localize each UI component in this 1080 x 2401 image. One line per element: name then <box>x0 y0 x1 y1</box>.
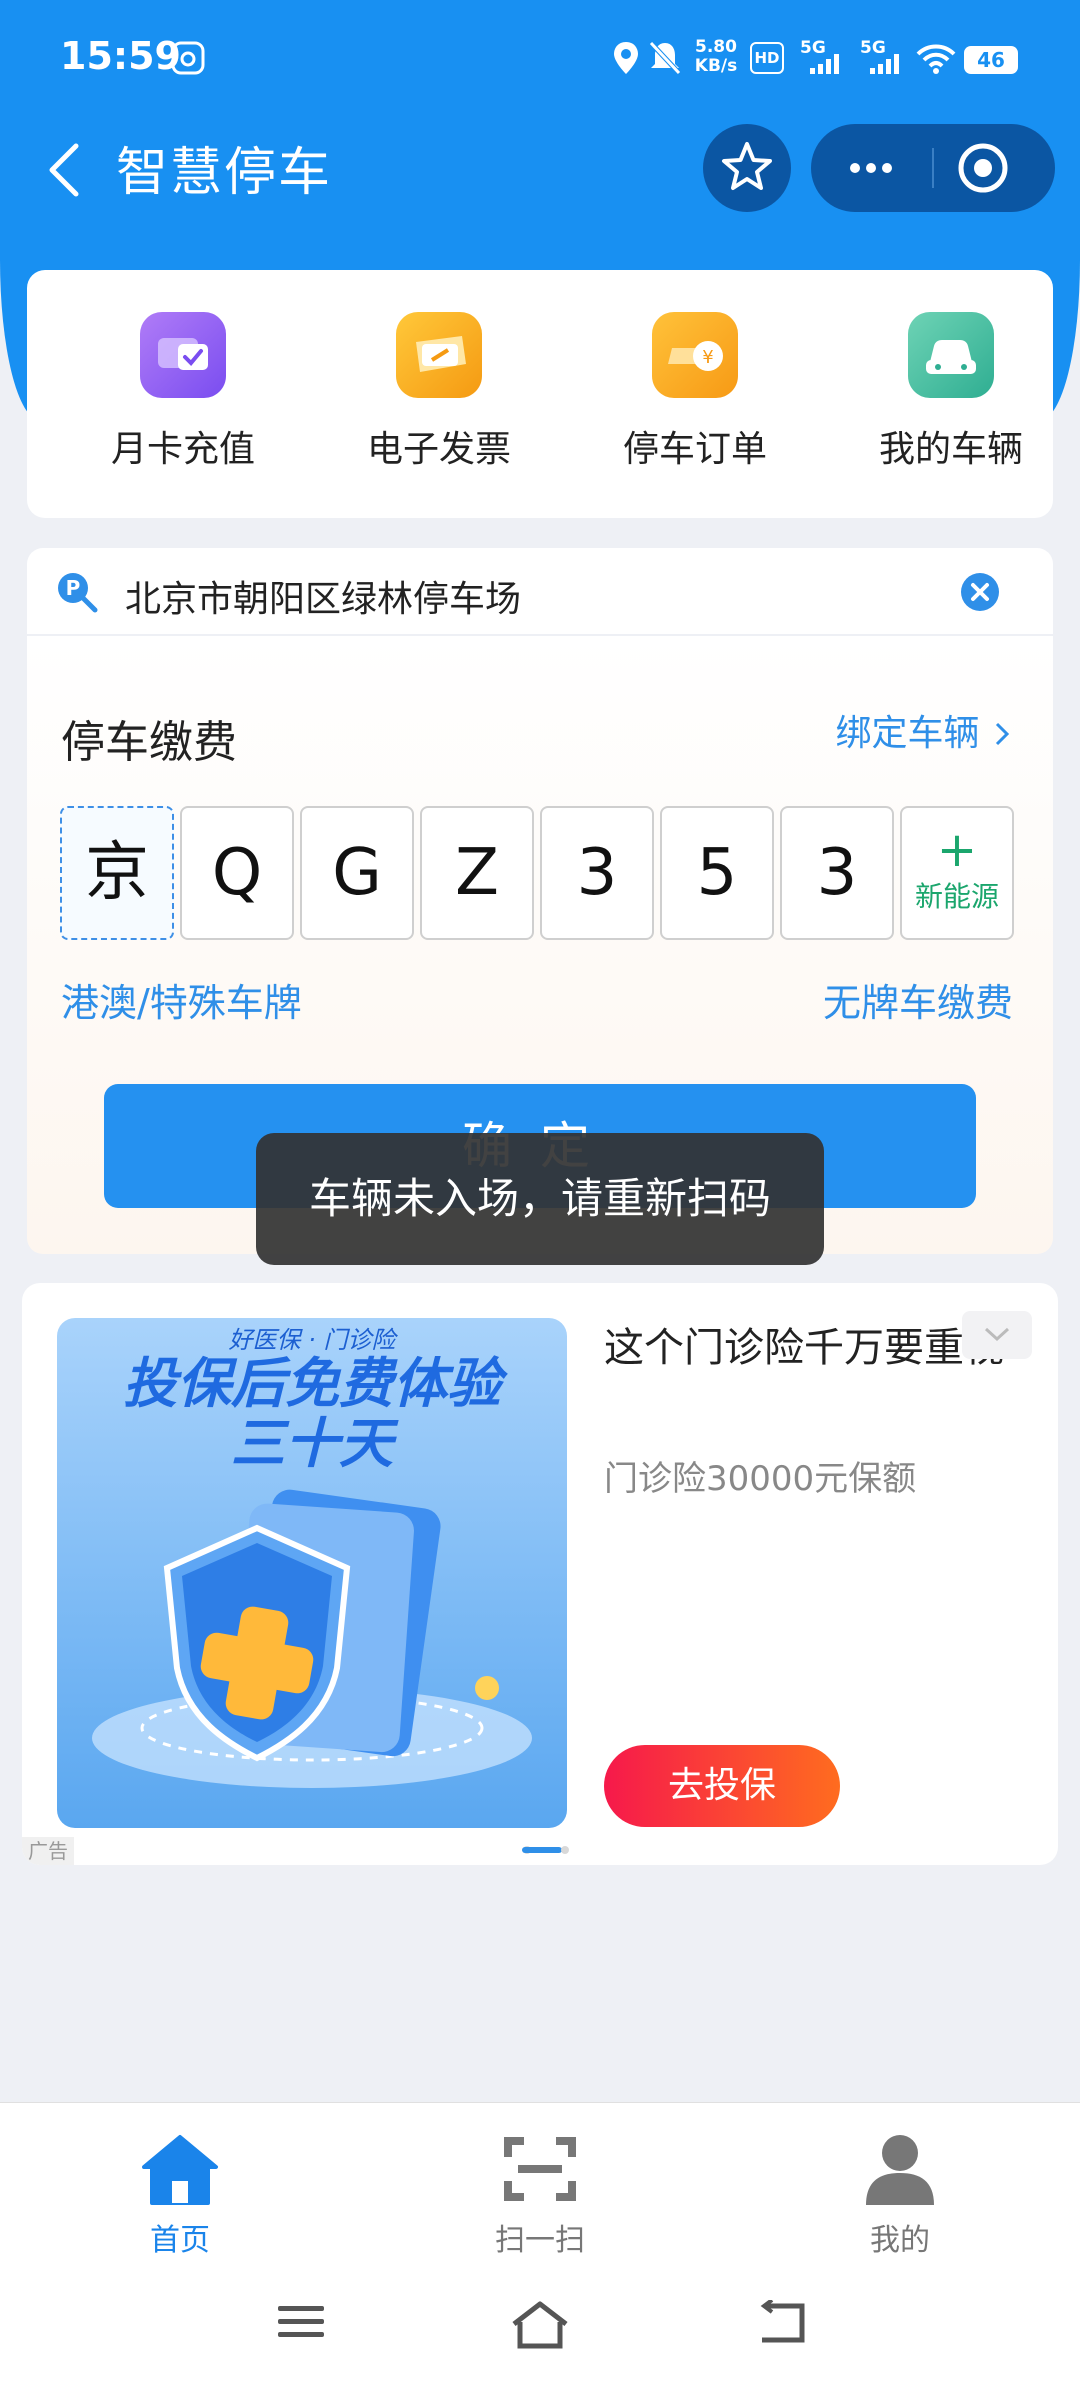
new-energy-label: 新能源 <box>914 880 999 913</box>
ad-cta-button[interactable]: 去投保 <box>604 1745 840 1827</box>
ad-image[interactable]: 好医保 · 门诊险 投保后免费体验 三十天 <box>57 1318 567 1828</box>
ad-subtitle: 门诊险30000元保额 <box>604 1459 917 1499</box>
ad-label: 广告 <box>22 1837 74 1865</box>
svg-text:¥: ¥ <box>702 347 713 368</box>
quick-action-monthly-card[interactable]: 月卡充值 <box>83 312 283 472</box>
insurance-shield-illustration: 好医保 · 门诊险 投保后免费体验 三十天 <box>92 1326 532 1788</box>
quick-actions-card: 月卡充值 电子发票 ¥ 停车订单 我的车辆 <box>27 270 1053 518</box>
tab-label: 扫一扫 <box>495 2223 585 2258</box>
location-icon <box>614 42 638 74</box>
new-energy-plate-button[interactable]: + 新能源 <box>900 806 1014 940</box>
home-nav-icon[interactable] <box>510 2300 570 2350</box>
plate-char-input[interactable]: 3 <box>780 806 894 940</box>
plus-icon: + <box>936 822 978 878</box>
no-plate-payment-link[interactable]: 无牌车缴费 <box>823 972 1013 1027</box>
parking-search-icon: P <box>58 573 98 613</box>
ad-dismiss-button[interactable] <box>962 1311 1032 1359</box>
miniapp-capsule <box>811 124 1055 212</box>
battery-indicator: 46 <box>964 46 1018 74</box>
search-value[interactable]: 北京市朝阳区绿林停车场 <box>125 570 521 622</box>
hd-badge: HD <box>750 42 784 74</box>
page-title: 智慧停车 <box>116 143 333 203</box>
favorite-button[interactable] <box>703 124 791 212</box>
svg-text:P: P <box>66 576 81 600</box>
tab-profile[interactable]: 我的 <box>800 2133 1000 2259</box>
quick-action-label: 月卡充值 <box>110 429 255 470</box>
home-icon <box>142 2135 218 2205</box>
plate-char-input[interactable]: 3 <box>540 806 654 940</box>
mute-icon <box>649 41 681 75</box>
signal-bars-icon <box>870 54 899 74</box>
star-icon <box>722 142 772 190</box>
tab-home[interactable]: 首页 <box>80 2133 280 2259</box>
parking-lot-search[interactable]: P 北京市朝阳区绿林停车场 <box>27 548 1053 634</box>
car-icon <box>908 312 994 398</box>
invoice-icon <box>396 312 482 398</box>
plate-province-input[interactable]: 京 <box>60 806 174 940</box>
order-car-icon: ¥ <box>652 312 738 398</box>
camera-notification-icon <box>171 41 205 75</box>
plate-char-input[interactable]: 5 <box>660 806 774 940</box>
bind-vehicle-link[interactable]: 绑定车辆 <box>836 704 1013 756</box>
ad-card[interactable]: 好医保 · 门诊险 投保后免费体验 三十天 这个门诊险千万要重视 门诊险3000… <box>22 1283 1058 1865</box>
network-speed-value: 5.80 <box>695 37 737 57</box>
ad-title[interactable]: 这个门诊险千万要重视 <box>604 1319 1004 1377</box>
more-menu-icon[interactable] <box>831 144 911 192</box>
plate-char-input[interactable]: Z <box>420 806 534 940</box>
wifi-icon <box>916 44 956 74</box>
quick-action-parking-order[interactable]: ¥ 停车订单 <box>595 312 795 472</box>
chevron-down-icon <box>984 1327 1010 1342</box>
clear-search-icon[interactable] <box>960 572 1000 612</box>
chevron-right-icon <box>995 722 1010 746</box>
back-arrow-icon[interactable] <box>36 140 96 200</box>
status-time: 15:59 <box>60 34 181 78</box>
signal-bars-icon <box>810 54 839 74</box>
carousel-dots <box>522 1846 569 1854</box>
bind-vehicle-label: 绑定车辆 <box>835 713 980 754</box>
payment-title: 停车缴费 <box>61 717 237 768</box>
network-speed-unit: KB/s <box>694 56 738 76</box>
plate-char-input[interactable]: G <box>300 806 414 940</box>
network-speed: 5.80 KB/s <box>690 38 742 76</box>
close-miniapp-icon[interactable] <box>953 138 1013 198</box>
card-check-icon <box>140 312 226 398</box>
menu-nav-icon[interactable] <box>276 2300 326 2344</box>
capsule-divider <box>932 148 934 188</box>
quick-action-invoice[interactable]: 电子发票 <box>339 312 539 472</box>
tab-scan[interactable]: 扫一扫 <box>440 2133 640 2259</box>
toast-message: 车辆未入场，请重新扫码 <box>256 1133 824 1265</box>
tab-label: 我的 <box>870 2223 930 2258</box>
back-nav-icon[interactable] <box>754 2300 806 2346</box>
plate-char-input[interactable]: Q <box>180 806 294 940</box>
tab-label: 首页 <box>150 2223 210 2258</box>
ad-image-headline-1: 投保后免费体验 <box>123 1352 508 1415</box>
ad-image-top-text: 好医保 · 门诊险 <box>229 1326 399 1354</box>
bottom-tab-bar: 首页 扫一扫 我的 <box>0 2102 1080 2401</box>
status-bar: 15:59 5.80 KB/s HD 5G 5G 46 <box>0 0 1080 118</box>
quick-action-label: 我的车辆 <box>878 429 1023 470</box>
ad-image-headline-2: 三十天 <box>231 1412 399 1475</box>
scan-icon <box>504 2137 576 2201</box>
quick-action-my-vehicles[interactable]: 我的车辆 <box>851 312 1051 472</box>
quick-action-label: 电子发票 <box>366 429 511 470</box>
special-plate-link[interactable]: 港澳/特殊车牌 <box>61 972 302 1027</box>
user-icon <box>866 2135 934 2205</box>
quick-action-label: 停车订单 <box>622 429 767 470</box>
